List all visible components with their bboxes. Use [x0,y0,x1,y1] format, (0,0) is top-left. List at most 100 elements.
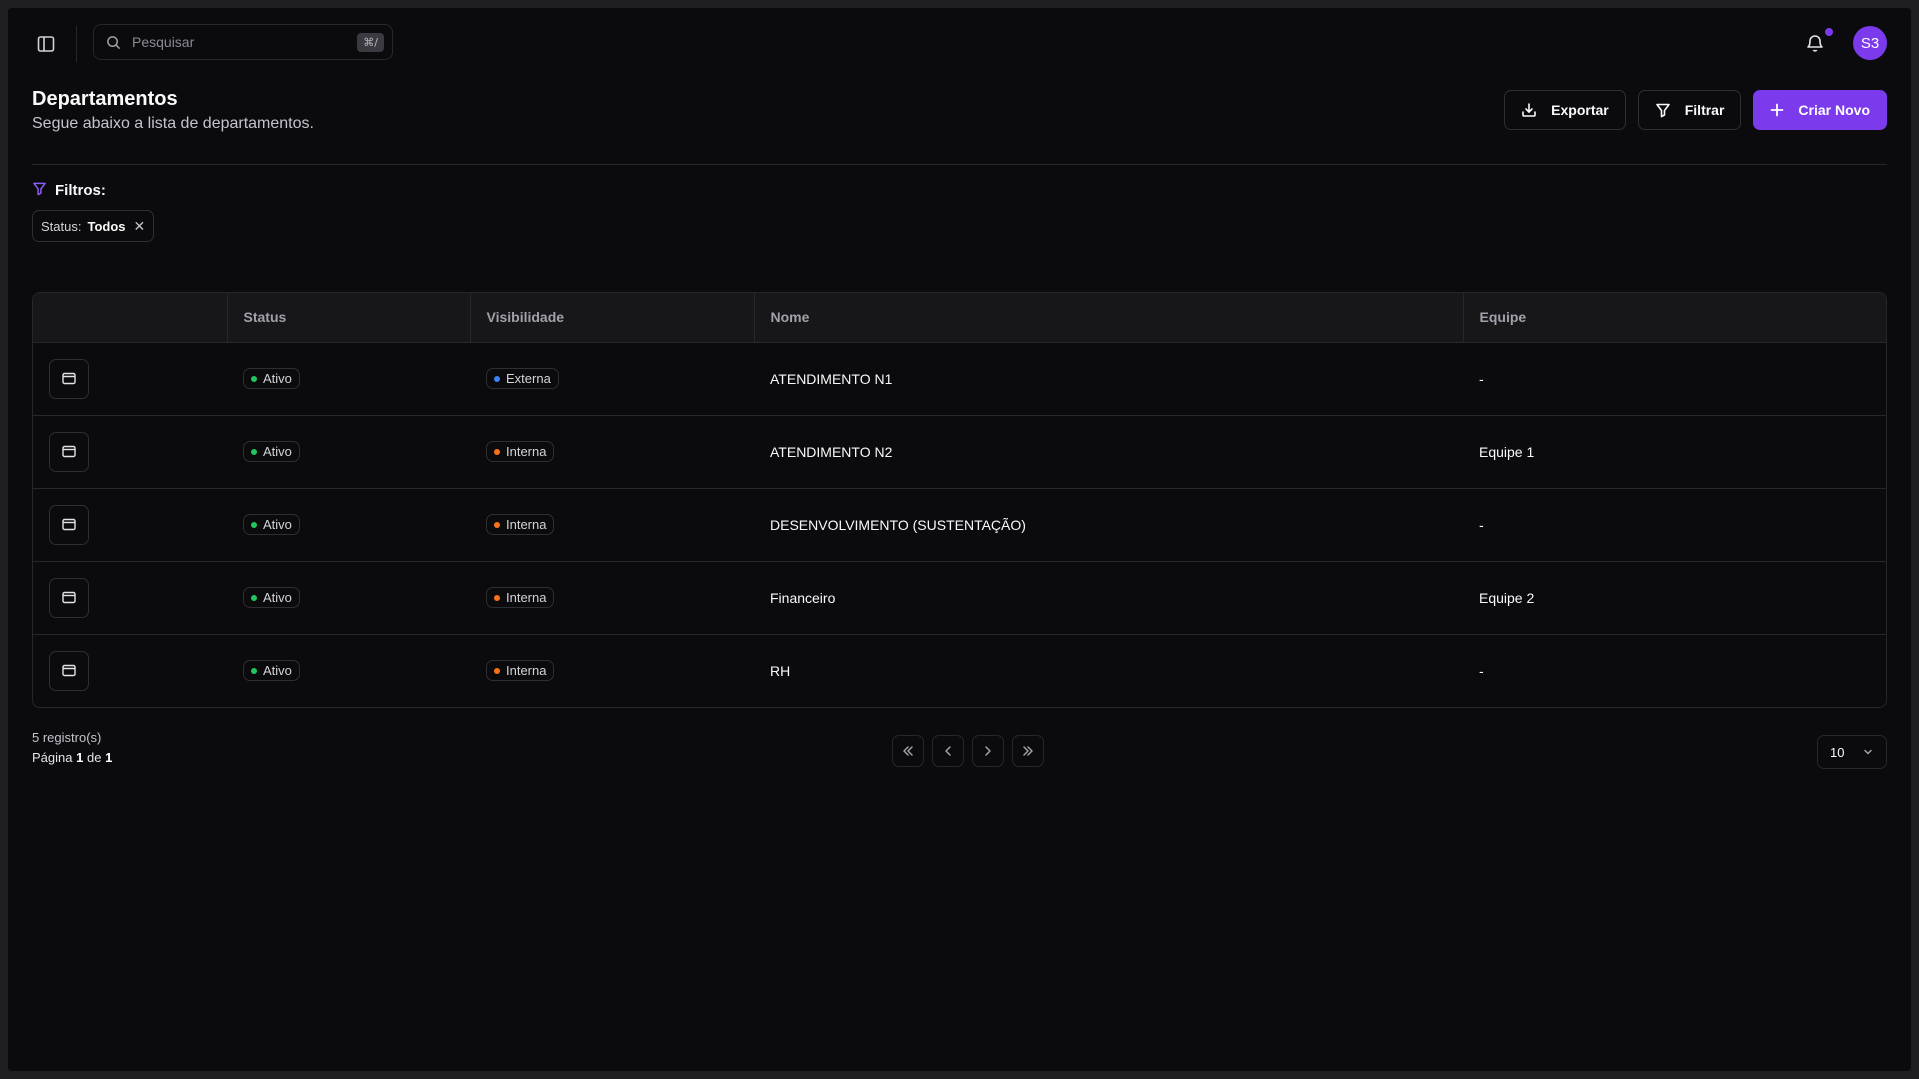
search-input[interactable] [132,34,358,50]
row-status-cell: Ativo [227,561,470,634]
row-status-cell: Ativo [227,634,470,707]
table-row: Ativo Interna Financeiro Equipe 2 [33,561,1886,634]
status-dot [251,375,257,382]
row-name-cell: ATENDIMENTO N1 [770,370,893,387]
browser-window-icon[interactable] [49,650,89,691]
page-prefix: Página [32,750,73,765]
filters-label: Filtros: [55,182,106,199]
export-button[interactable]: Exportar [1504,90,1626,130]
first-page-button[interactable] [892,735,924,767]
bell-icon[interactable] [1803,28,1833,56]
visibility-label: Interna [506,663,547,679]
chevron-right-icon [985,746,991,756]
row-team-cell: - [1479,370,1484,387]
column-header-name[interactable]: Nome [753,293,1463,342]
status-badge: Ativo [243,368,300,389]
previous-page-button[interactable] [932,735,964,767]
filter-button[interactable]: Filtrar [1637,90,1742,130]
row-action-cell [33,415,227,488]
visibility-badge: Interna [486,514,555,535]
header-actions: Exportar Filtrar Criar Novo [1504,90,1887,130]
filter-chip-status[interactable]: Status: Todos ✕ [32,210,155,242]
notification-dot [1825,28,1833,36]
status-label: Ativo [263,590,292,605]
plus-icon [1770,103,1784,117]
table-row: Ativo Externa ATENDIMENTO N1 - [33,342,1886,415]
chevrons-left-icon [903,746,913,756]
status-dot [251,594,257,601]
column-header-actions [33,293,227,342]
row-team-cell: - [1479,516,1484,533]
status-badge: Ativo [243,514,300,535]
status-dot [251,448,257,455]
record-count: 5 registro(s) [32,730,102,745]
download-icon [1521,102,1537,118]
row-visibility-cell: Interna [470,634,754,707]
status-badge: Ativo [243,660,300,682]
visibility-dot [494,521,500,528]
row-status-cell: Ativo [227,342,470,415]
row-team-cell: Equipe 2 [1479,589,1535,606]
row-status-cell: Ativo [227,488,470,561]
page-total: 1 [105,750,113,765]
visibility-dot [494,448,500,455]
column-header-status[interactable]: Status [226,293,470,342]
row-action-cell [33,342,227,415]
table-row: Ativo Interna ATENDIMENTO N2 Equipe 1 [33,415,1886,488]
rows-per-page-value: 10 [1830,744,1845,760]
status-badge: Ativo [243,441,300,462]
create-new-button[interactable]: Criar Novo [1753,90,1887,130]
visibility-dot [494,594,500,601]
filter-chip-value: Todos [87,218,126,234]
avatar[interactable]: S3 [1853,26,1887,60]
status-label: Ativo [263,371,292,386]
row-action-cell [33,634,227,707]
row-name-cell: ATENDIMENTO N2 [770,443,893,460]
close-icon[interactable]: ✕ [134,218,146,235]
status-badge: Ativo [243,587,300,608]
column-header-visibility[interactable]: Visibilidade [469,293,754,342]
row-visibility-cell: Interna [470,488,754,561]
visibility-label: Interna [506,444,547,459]
page-indicator: Página 1 de 1 [32,750,112,765]
column-header-team[interactable]: Equipe [1462,293,1886,342]
chevrons-right-icon [1023,746,1033,756]
sidebar-toggle-icon[interactable] [32,30,60,58]
row-name-cell: RH [770,662,791,679]
table-row: Ativo Interna DESENVOLVIMENTO (SUSTENTAÇ… [33,488,1886,561]
search-icon [104,33,122,51]
row-visibility-cell: Interna [470,561,754,634]
rows-per-page-select[interactable]: 10 [1817,735,1887,769]
filter-label: Filtrar [1684,102,1725,118]
visibility-label: Interna [506,590,547,605]
browser-window-icon[interactable] [49,431,89,472]
browser-window-icon[interactable] [49,577,89,618]
departments-table: Status Visibilidade Nome Equipe Ativo Ex… [32,292,1887,708]
status-label: Ativo [263,663,292,679]
browser-window-icon[interactable] [49,358,89,399]
page-separator: de [86,750,102,765]
filters-heading: Filtros: [32,181,106,200]
last-page-button[interactable] [1012,735,1044,767]
browser-window-icon[interactable] [49,504,89,545]
top-bar: ⌘/ S3 [8,8,1911,76]
row-name-cell: Financeiro [770,589,836,606]
filter-chip-key: Status: [41,218,82,234]
visibility-badge: Interna [486,441,555,462]
page-current: 1 [76,750,84,765]
row-team-cell: - [1479,662,1484,679]
app-frame: ⌘/ S3 Departamentos Segue abaixo a lista… [8,8,1911,1071]
next-page-button[interactable] [972,735,1004,767]
page-title: Departamentos [32,88,178,110]
row-status-cell: Ativo [227,415,470,488]
search-shortcut-badge: ⌘/ [357,32,384,52]
row-visibility-cell: Externa [470,342,754,415]
search-box[interactable]: ⌘/ [93,24,393,60]
row-visibility-cell: Interna [470,415,754,488]
visibility-dot [494,667,500,674]
chevron-down-icon [1864,749,1872,755]
visibility-badge: Interna [486,660,555,682]
chevron-left-icon [945,746,951,756]
create-new-label: Criar Novo [1798,102,1870,118]
visibility-badge: Externa [486,368,559,389]
